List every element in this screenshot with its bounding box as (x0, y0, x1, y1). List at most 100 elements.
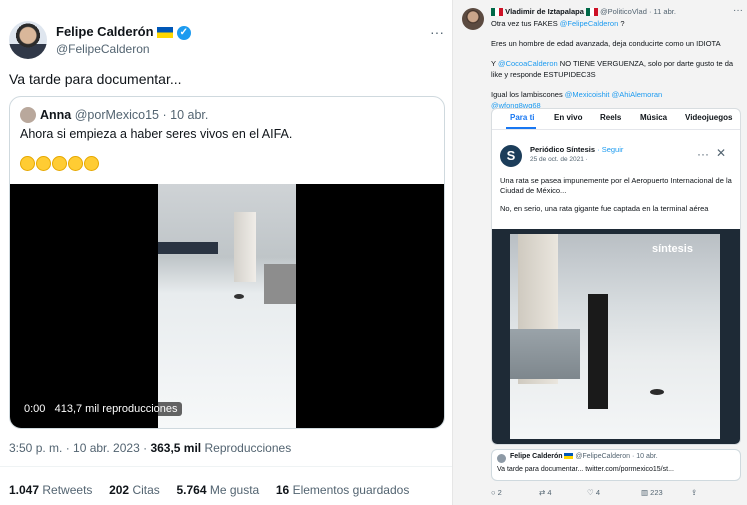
right-quote-handle: @FelipeCalderon (575, 453, 630, 460)
close-icon[interactable]: ✕ (716, 146, 726, 160)
tab-para-ti[interactable]: Para ti (510, 113, 534, 122)
right-author-handle[interactable]: @PoliticoVlad (600, 7, 647, 16)
fb-follow-link[interactable]: · Seguir (597, 145, 623, 154)
display-totem (588, 294, 608, 409)
active-tab-indicator (506, 127, 536, 129)
airport-seats (158, 242, 218, 254)
quoted-text: Ahora si empieza a haber seres vivos en … (20, 127, 293, 141)
quoted-author-name[interactable]: Anna (40, 108, 71, 122)
quoted-author-handle[interactable]: @porMexico15 (75, 108, 159, 122)
fb-more-icon[interactable]: ··· (697, 147, 709, 161)
mexico-flag-icon (491, 8, 503, 17)
right-more-options-icon[interactable]: ··· (733, 5, 743, 16)
author-name[interactable]: Felipe Calderón (56, 24, 154, 39)
joy-emoji-icon (84, 156, 99, 172)
right-quote-text: Va tarde para documentar... twitter.com/… (497, 466, 674, 473)
rofl-emoji-icon (20, 156, 35, 172)
right-header: Vladimir de Iztapalapa @PoliticoVlad · 1… (491, 7, 676, 17)
retweet-button[interactable]: ⇄ 4 (539, 488, 552, 497)
retweet-count: 4 (547, 488, 552, 497)
felipe-avatar[interactable] (9, 21, 47, 59)
verified-badge-icon: ✓ (176, 25, 191, 40)
views-count: 363,5 mil (150, 441, 202, 455)
right-quoted-tweet[interactable]: Felipe Calderón @FelipeCalderon · 10 abr… (491, 449, 741, 481)
tweet-text: Va tarde para documentar... (9, 71, 182, 87)
escalator (510, 329, 580, 379)
like-count: 4 (595, 488, 600, 497)
right-quote-header: Felipe Calderón @FelipeCalderon · 10 abr… (510, 453, 658, 460)
right-tweet-body: Otra vez tus FAKES @FelipeCalderon ? Ere… (491, 18, 741, 111)
fb-video[interactable]: síntesis (492, 229, 740, 444)
video-player[interactable]: 0:00 413,7 mil reproducciones (10, 184, 444, 428)
rat-icon (234, 294, 244, 299)
stat-label: Me gusta (209, 483, 260, 497)
anna-avatar[interactable] (20, 107, 36, 123)
author-name-row[interactable]: Felipe Calderón ✓ (56, 24, 191, 40)
escalator (264, 264, 296, 304)
stat-retweets[interactable]: 1.047 Retweets (9, 483, 92, 497)
more-options-icon[interactable]: ··· (430, 24, 444, 40)
right-author-name[interactable]: Vladimir de Iztapalapa (505, 7, 584, 16)
fb-text-1: Una rata se pasea impunemente por el Aer… (500, 176, 732, 195)
views-label: Reproducciones (204, 441, 292, 455)
mention-link[interactable]: @CocoaCalderon (498, 59, 558, 68)
vladimir-avatar[interactable] (462, 8, 484, 30)
fb-tabs-bar: Para ti En vivo Reels Música Videojuegos (492, 109, 740, 130)
mention-link[interactable]: @AhiAlemoran (612, 90, 663, 99)
share-icon[interactable]: ⇪ (691, 488, 697, 497)
like-button[interactable]: ♡ 4 (587, 488, 600, 497)
tab-musica[interactable]: Música (640, 113, 667, 122)
tab-videojuegos[interactable]: Videojuegos (685, 113, 732, 122)
facebook-screenshot-card[interactable]: Para ti En vivo Reels Música Videojuegos… (491, 108, 741, 445)
mention-link[interactable]: @Mexicoishit (565, 90, 610, 99)
sintesis-watermark: síntesis (652, 243, 693, 255)
right-line-3: Y @CocoaCalderon NO TIENE VERGUENZA, sol… (491, 58, 741, 80)
right-line-2: Eres un hombre de edad avanzada, deja co… (491, 39, 721, 48)
rofl-emoji-icon (68, 156, 83, 172)
ukraine-flag-icon (564, 453, 574, 460)
fb-page-name[interactable]: Periódico Síntesis (530, 145, 595, 154)
right-quote-date: · 10 abr. (631, 453, 658, 460)
laughing-emojis (20, 155, 100, 173)
left-tweet-panel: Felipe Calderón ✓ @FelipeCalderon ··· Va… (0, 0, 452, 505)
rofl-emoji-icon (52, 156, 67, 172)
quoted-tweet-card[interactable]: Anna @porMexico15 · 10 abr. Ahora si emp… (9, 96, 445, 429)
divider (0, 466, 452, 467)
views-button[interactable]: ▥ 223 (641, 488, 663, 497)
stat-likes[interactable]: 5.764 Me gusta (176, 483, 259, 497)
stat-bookmarks[interactable]: 16 Elementos guardados (276, 483, 409, 497)
quoted-header: Anna @porMexico15 · 10 abr. (40, 108, 208, 122)
stat-count: 16 (275, 483, 290, 497)
right-date[interactable]: · 11 abr. (649, 7, 676, 16)
tab-reels[interactable]: Reels (600, 113, 621, 122)
stats-row: 1.047 Retweets 202 Citas 5.764 Me gusta … (9, 483, 409, 497)
rofl-emoji-icon (36, 156, 51, 172)
author-handle[interactable]: @FelipeCalderon (56, 42, 150, 56)
pillar (234, 212, 256, 282)
quoted-date[interactable]: · 10 abr. (162, 108, 208, 122)
video-views: 413,7 mil reproducciones (54, 403, 178, 415)
stat-label: Elementos guardados (292, 483, 410, 497)
mention-link[interactable]: @FelipeCalderon (560, 19, 618, 28)
felipe-small-avatar (497, 454, 506, 463)
text: Igual los lambiscones (491, 90, 565, 99)
stat-label: Retweets (42, 483, 93, 497)
sintesis-logo[interactable]: S (500, 145, 522, 167)
text: Y (491, 59, 498, 68)
stat-count: 5.764 (176, 483, 207, 497)
reply-button[interactable]: ○ 2 (491, 488, 502, 497)
right-quote-author: Felipe Calderón (510, 453, 563, 460)
mexico-flag-icon (585, 8, 598, 17)
video-frame (158, 184, 296, 428)
stat-quotes[interactable]: 202 Citas (109, 483, 160, 497)
fb-post-date[interactable]: 25 de oct. de 2021 · (530, 156, 588, 163)
fb-text-2: No, en serio, una rata gigante fue capta… (500, 204, 709, 213)
tweet-timestamp[interactable]: 3:50 p. m. · 10 abr. 2023 · (9, 441, 147, 455)
stat-label: Citas (132, 483, 160, 497)
rat-icon (650, 389, 664, 395)
tab-en-vivo[interactable]: En vivo (554, 113, 582, 122)
right-tweet-panel: Vladimir de Iztapalapa @PoliticoVlad · 1… (452, 0, 747, 505)
fb-page-header: Periódico Síntesis · Seguir (530, 145, 623, 154)
video-time-badge: 0:00 413,7 mil reproducciones (20, 402, 182, 416)
reply-count: 2 (497, 488, 502, 497)
